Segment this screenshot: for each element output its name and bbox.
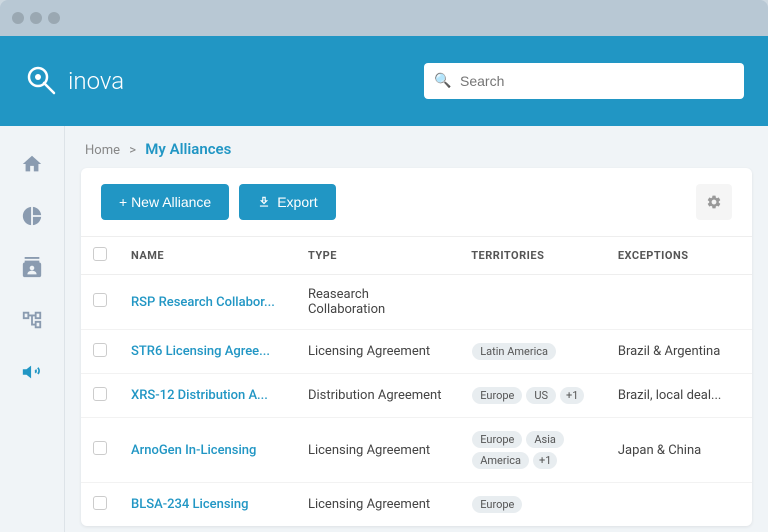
row-type-3: Distribution Agreement (296, 374, 459, 418)
row-name-2: STR6 Licensing Agree... (119, 330, 296, 374)
row-type-2: Licensing Agreement (296, 330, 459, 374)
row-check-4 (81, 418, 119, 483)
settings-button[interactable] (696, 184, 732, 220)
toolbar: + New Alliance Export (81, 168, 752, 237)
tags-cell-3: Europe US +1 (471, 386, 594, 405)
sidebar-item-contacts[interactable] (10, 246, 54, 290)
table-row: ArnoGen In-Licensing Licensing Agreement… (81, 418, 752, 483)
tag: Asia (526, 431, 564, 448)
table-body: RSP Research Collabor... Reasearch Colla… (81, 275, 752, 527)
col-header-name: NAME (119, 237, 296, 275)
search-bar: 🔍 (424, 63, 744, 99)
tag: Europe (472, 431, 522, 448)
row-checkbox-2[interactable] (93, 343, 107, 357)
row-check-5 (81, 483, 119, 527)
tags-cell-2: Latin America (471, 342, 594, 361)
tags-cell-5: Europe (471, 495, 594, 514)
row-exceptions-5 (606, 483, 752, 527)
row-territories-3: Europe US +1 (459, 374, 606, 418)
row-name-3: XRS-12 Distribution A... (119, 374, 296, 418)
row-exceptions-2: Brazil & Argentina (606, 330, 752, 374)
row-link-1[interactable]: RSP Research Collabor... (131, 295, 275, 310)
table-row: STR6 Licensing Agree... Licensing Agreem… (81, 330, 752, 374)
breadcrumb-home[interactable]: Home (85, 143, 120, 158)
tags-cell-4: Europe Asia America +1 (471, 430, 594, 470)
tag: US (526, 387, 556, 404)
tag: America (472, 452, 529, 469)
window-chrome (0, 0, 768, 36)
row-checkbox-3[interactable] (93, 387, 107, 401)
row-check-1 (81, 275, 119, 330)
row-exceptions-1 (606, 275, 752, 330)
tag: Latin America (472, 343, 556, 360)
sidebar (0, 126, 65, 532)
logo-icon (24, 63, 60, 99)
table-header: NAME TYPE TERRITORIES EXCEPTIONS (81, 237, 752, 275)
select-all-checkbox[interactable] (93, 247, 107, 261)
traffic-light-minimize[interactable] (30, 12, 42, 24)
row-link-3[interactable]: XRS-12 Distribution A... (131, 388, 268, 403)
sidebar-item-chart[interactable] (10, 194, 54, 238)
table-row: RSP Research Collabor... Reasearch Colla… (81, 275, 752, 330)
home-icon (21, 153, 43, 175)
row-checkbox-4[interactable] (93, 441, 107, 455)
row-territories-5: Europe (459, 483, 606, 527)
row-territories-4: Europe Asia America +1 (459, 418, 606, 483)
row-type-5: Licensing Agreement (296, 483, 459, 527)
row-exceptions-4: Japan & China (606, 418, 752, 483)
main-layout: Home > My Alliances + New Alliance Expor… (0, 126, 768, 532)
row-territories-2: Latin America (459, 330, 606, 374)
header: inova 🔍 (0, 36, 768, 126)
content: Home > My Alliances + New Alliance Expor… (65, 126, 768, 532)
tag: Europe (472, 387, 522, 404)
tag-plus: +1 (533, 452, 557, 469)
breadcrumb-current: My Alliances (145, 140, 231, 158)
row-territories-1 (459, 275, 606, 330)
contacts-icon (21, 257, 43, 279)
traffic-lights (12, 12, 60, 24)
logo: inova (24, 63, 124, 99)
row-type-1: Reasearch Collaboration (296, 275, 459, 330)
hierarchy-icon (21, 309, 43, 331)
row-checkbox-1[interactable] (93, 293, 107, 307)
download-icon (257, 195, 271, 209)
gear-icon (706, 194, 722, 210)
breadcrumb: Home > My Alliances (65, 126, 768, 168)
row-name-5: BLSA-234 Licensing (119, 483, 296, 527)
tag-plus: +1 (560, 387, 584, 404)
col-header-type: TYPE (296, 237, 459, 275)
col-header-exceptions: EXCEPTIONS (606, 237, 752, 275)
new-alliance-button[interactable]: + New Alliance (101, 184, 229, 220)
row-link-2[interactable]: STR6 Licensing Agree... (131, 344, 270, 359)
sidebar-item-home[interactable] (10, 142, 54, 186)
traffic-light-maximize[interactable] (48, 12, 60, 24)
col-header-check (81, 237, 119, 275)
row-name-1: RSP Research Collabor... (119, 275, 296, 330)
logo-text: inova (68, 67, 124, 95)
sidebar-item-handshake[interactable] (10, 350, 54, 394)
row-check-3 (81, 374, 119, 418)
col-header-territories: TERRITORIES (459, 237, 606, 275)
chart-icon (21, 205, 43, 227)
search-icon: 🔍 (434, 73, 451, 89)
table: NAME TYPE TERRITORIES EXCEPTIONS RSP Res… (81, 237, 752, 526)
row-link-4[interactable]: ArnoGen In-Licensing (131, 443, 256, 458)
export-button[interactable]: Export (239, 184, 335, 220)
table-row: BLSA-234 Licensing Licensing Agreement E… (81, 483, 752, 527)
traffic-light-close[interactable] (12, 12, 24, 24)
row-link-5[interactable]: BLSA-234 Licensing (131, 497, 248, 512)
row-exceptions-3: Brazil, local deal... (606, 374, 752, 418)
tag: Europe (472, 496, 522, 513)
row-type-4: Licensing Agreement (296, 418, 459, 483)
search-input[interactable] (424, 63, 744, 99)
breadcrumb-separator: > (129, 143, 136, 158)
handshake-icon (21, 361, 43, 383)
sidebar-item-hierarchy[interactable] (10, 298, 54, 342)
panel: + New Alliance Export (81, 168, 752, 526)
row-checkbox-5[interactable] (93, 496, 107, 510)
row-check-2 (81, 330, 119, 374)
row-name-4: ArnoGen In-Licensing (119, 418, 296, 483)
table-row: XRS-12 Distribution A... Distribution Ag… (81, 374, 752, 418)
